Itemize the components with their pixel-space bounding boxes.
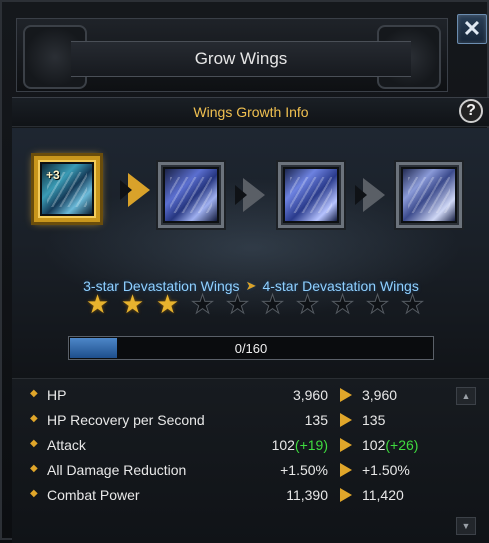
arrow-right-icon [340,463,352,477]
star-filled-icon: ★ [85,289,110,319]
growth-progress-bar: 0/160 [68,336,434,360]
arrow-right-icon [340,388,352,402]
stat-row: ◆ Combat Power 11,390 11,420 [12,485,452,507]
wing-stage-2[interactable] [158,162,224,228]
stat-name: Attack [47,437,86,453]
scroll-up-button[interactable]: ▲ [456,387,476,405]
stat-next-base: 3,960 [362,387,398,403]
stat-current-value: +1.50% [280,462,328,478]
stat-next-value: 102(+26) [362,437,418,453]
stat-next-value: +1.50% [362,462,410,478]
grow-wings-window: Grow Wings ✕ Wings Growth Info ? +3 3-st… [0,0,489,543]
wing-growth-panel: +3 3-star Devastation Wings ➤ 4-star Dev… [12,128,489,378]
help-button[interactable]: ? [459,99,483,123]
stat-row: ◆ HP 3,960 3,960 [12,385,452,407]
diamond-bullet-icon: ◆ [30,438,38,449]
arrow-right-icon [340,488,352,502]
stat-current-base: 11,390 [286,487,328,503]
enhance-level-badge: +3 [46,168,60,182]
stat-current-value: 135 [305,412,328,428]
star-empty-icon: ★ [365,289,390,319]
wing-stage-4[interactable] [396,162,462,228]
stat-name: All Damage Reduction [47,462,187,478]
wings-icon [403,169,455,221]
stat-current-base: 3,960 [292,387,328,403]
window-title: Grow Wings [71,41,411,77]
star-filled-icon: ★ [120,289,145,319]
star-rating: ★ ★ ★ ★ ★ ★ ★ ★ ★ ★ [82,289,428,319]
stat-name: HP Recovery per Second [47,412,205,428]
stat-name: HP [47,387,67,403]
arrow-right-icon [340,438,352,452]
stat-next-value: 135 [362,412,385,428]
stat-row: ◆ All Damage Reduction +1.50% +1.50% [12,460,452,482]
close-icon: ✕ [462,16,482,41]
stat-current-value: 102(+19) [272,437,328,453]
arrow-right-icon [340,413,352,427]
progress-text: 0/160 [234,340,268,356]
wing-stage-3[interactable] [278,162,344,228]
stat-next-bonus: (+26) [385,437,419,453]
stat-current-base: 102 [271,437,295,453]
section-title: Wings Growth Info [12,97,489,127]
wings-icon [165,169,217,221]
stat-next-base: +1.50% [362,462,410,478]
arrow-right-icon [120,173,150,207]
stat-current-base: +1.50% [280,462,328,478]
stat-row: ◆ HP Recovery per Second 135 135 [12,410,452,432]
stat-next-base: 102 [362,437,386,453]
diamond-bullet-icon: ◆ [30,463,38,474]
scroll-down-button[interactable]: ▼ [456,517,476,535]
diamond-bullet-icon: ◆ [30,488,38,499]
diamond-bullet-icon: ◆ [30,413,38,424]
stat-next-base: 135 [362,412,386,428]
arrow-right-icon [235,178,265,212]
stat-current-value: 3,960 [293,387,328,403]
question-icon: ? [466,102,476,119]
arrow-right-icon [355,178,385,212]
stat-name: Combat Power [47,487,140,503]
close-button[interactable]: ✕ [457,14,487,44]
diamond-bullet-icon: ◆ [30,388,38,399]
stat-current-value: 11,390 [286,487,328,503]
star-empty-icon: ★ [295,289,320,319]
star-empty-icon: ★ [260,289,285,319]
window-header: Grow Wings [16,18,448,92]
wings-icon [285,169,337,221]
stat-next-base: 11,420 [362,487,404,503]
star-empty-icon: ★ [400,289,425,319]
star-empty-icon: ★ [330,289,355,319]
stat-row: ◆ Attack 102(+19) 102(+26) [12,435,452,457]
stat-next-value: 3,960 [362,387,397,403]
wing-stage-current[interactable]: +3 [34,156,100,222]
stat-next-value: 11,420 [362,487,404,503]
stat-current-bonus: (+19) [294,437,328,453]
star-filled-icon: ★ [155,289,180,319]
stats-list: ▲ ▼ ◆ HP 3,960 3,960 ◆ HP Recovery per Second… [12,378,489,543]
star-empty-icon: ★ [190,289,215,319]
star-empty-icon: ★ [225,289,250,319]
stat-current-base: 135 [304,412,328,428]
